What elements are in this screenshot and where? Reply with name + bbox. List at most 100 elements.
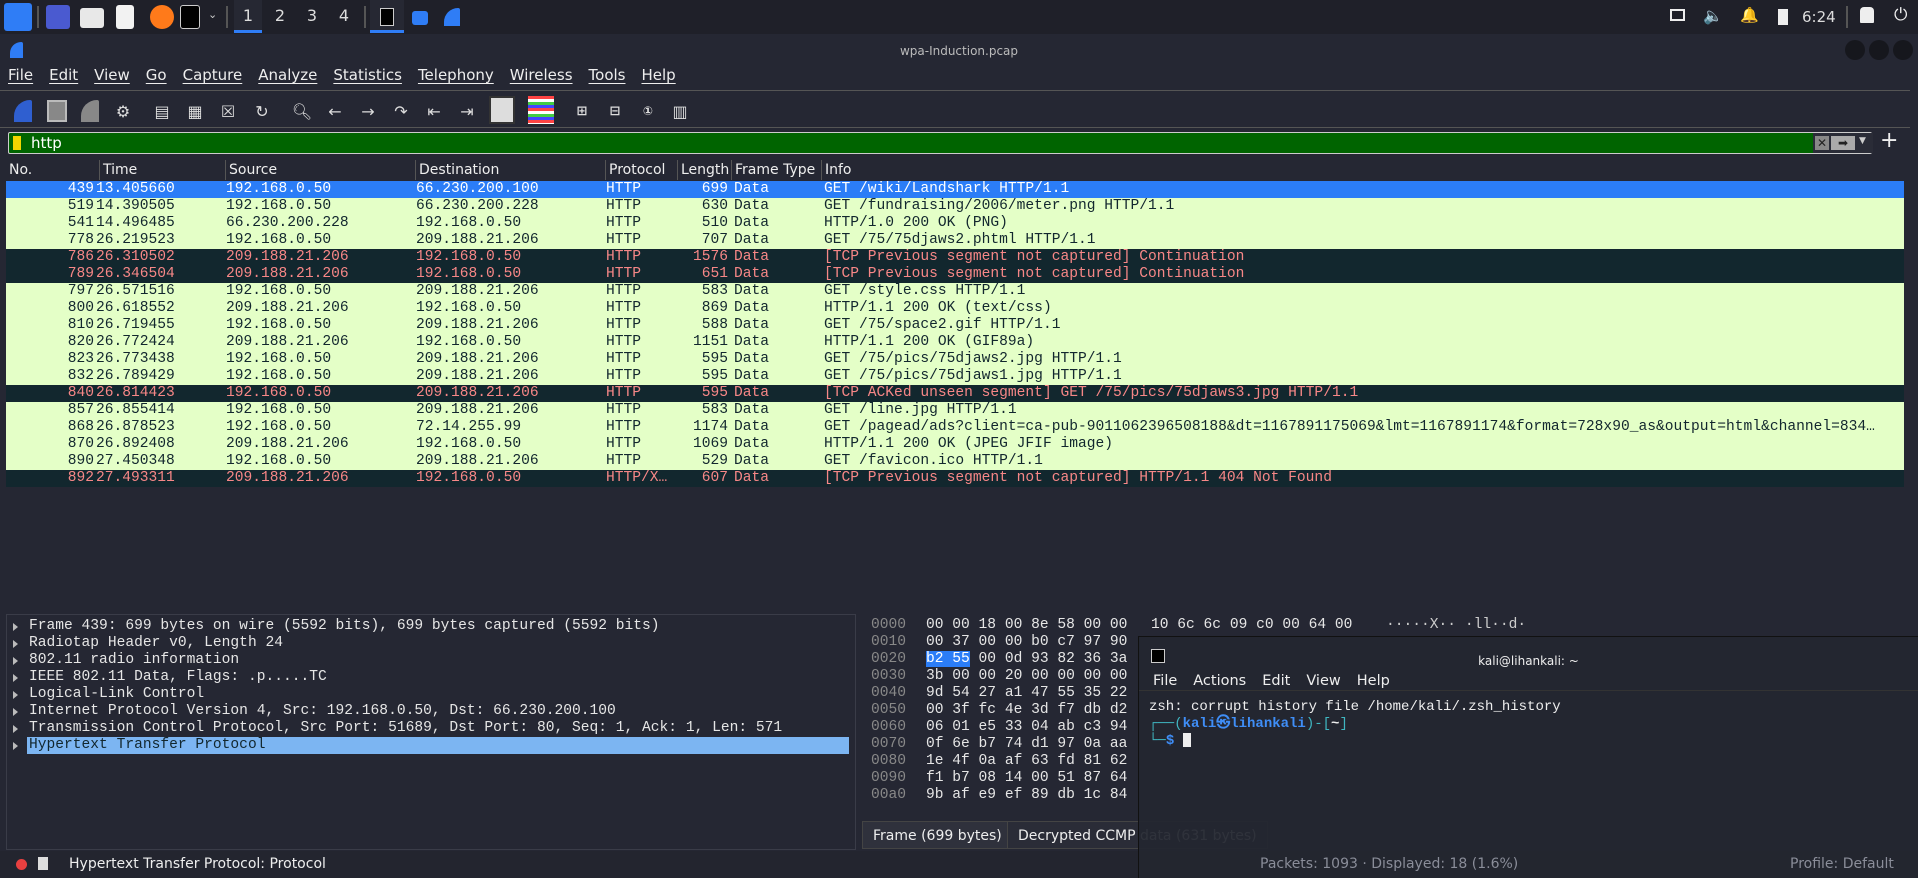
packet-row[interactable]: 840 26.814423 192.168.0.50 209.188.21.206 HT…: [6, 385, 1904, 402]
menu-edit[interactable]: Edit: [41, 66, 86, 88]
workspace-3[interactable]: 3: [298, 0, 326, 33]
restart-capture-icon[interactable]: [81, 100, 99, 122]
menu-tools[interactable]: Tools: [581, 66, 634, 88]
packet-row[interactable]: 832 26.789429 192.168.0.50 209.188.21.206 HT…: [6, 368, 1904, 385]
apply-filter-icon[interactable]: ➡: [1831, 136, 1855, 150]
col-frame-type[interactable]: Frame Type: [732, 160, 822, 180]
expand-arrow-icon[interactable]: [13, 657, 18, 665]
show-desktop-icon[interactable]: [46, 5, 70, 29]
col-destination[interactable]: Destination: [416, 160, 606, 180]
text-editor-icon[interactable]: [116, 5, 134, 29]
display-filter-bar[interactable]: http ✕ ➡ ▼: [8, 132, 1873, 154]
autoscroll-icon[interactable]: [489, 96, 515, 124]
clock[interactable]: 6:24: [1802, 8, 1836, 26]
reload-file-icon[interactable]: ↻: [251, 100, 273, 122]
go-forward-icon[interactable]: →: [357, 100, 379, 122]
workspace-1[interactable]: 1: [234, 0, 262, 33]
resize-columns-icon[interactable]: ▥: [669, 100, 691, 122]
terminal-icon[interactable]: [180, 5, 200, 29]
expand-arrow-icon[interactable]: [13, 623, 18, 631]
menu-go[interactable]: Go: [138, 66, 175, 88]
packet-row[interactable]: 519 14.390505 192.168.0.50 66.230.200.228 HT…: [6, 198, 1904, 215]
bookmark-icon[interactable]: [13, 136, 21, 150]
filter-dropdown-icon[interactable]: ▼: [1859, 136, 1866, 146]
close-file-icon[interactable]: ☒: [217, 100, 239, 122]
packet-row[interactable]: 868 26.878523 192.168.0.50 72.14.255.99 HTTP…: [6, 419, 1904, 436]
packet-row[interactable]: 857 26.855414 192.168.0.50 209.188.21.206 HT…: [6, 402, 1904, 419]
col-protocol[interactable]: Protocol: [606, 160, 678, 180]
terminal-window-icon[interactable]: [370, 0, 404, 33]
file-manager-icon[interactable]: [80, 8, 104, 28]
stop-capture-icon[interactable]: [47, 100, 67, 122]
normal-size-icon[interactable]: ①: [637, 100, 659, 122]
terminal-menu-edit[interactable]: Edit: [1262, 673, 1290, 689]
first-packet-icon[interactable]: ⇤: [423, 100, 445, 122]
save-file-icon[interactable]: ▦: [184, 100, 206, 122]
go-back-icon[interactable]: ←: [324, 100, 346, 122]
col-time[interactable]: Time: [100, 160, 226, 180]
firefox-icon[interactable]: [150, 5, 174, 29]
expand-arrow-icon[interactable]: [13, 674, 18, 682]
packet-row[interactable]: 870 26.892408 209.188.21.206 192.168.0.50 HT…: [6, 436, 1904, 453]
terminal-input-line[interactable]: └─$: [1149, 733, 1191, 750]
go-to-packet-icon[interactable]: ↷: [390, 100, 412, 122]
detail-tree-item[interactable]: Transmission Control Protocol, Src Port:…: [7, 720, 843, 737]
clear-filter-icon[interactable]: ✕: [1815, 136, 1829, 150]
packet-row[interactable]: 823 26.773438 192.168.0.50 209.188.21.206 HT…: [6, 351, 1904, 368]
workspace-2[interactable]: 2: [266, 0, 294, 33]
kali-menu-icon[interactable]: [4, 3, 32, 31]
menu-analyze[interactable]: Analyze: [250, 66, 325, 88]
capture-comment-icon[interactable]: [38, 857, 48, 870]
packet-row[interactable]: 789 26.346504 209.188.21.206 192.168.0.50 HT…: [6, 266, 1904, 283]
packet-row[interactable]: 890 27.450348 192.168.0.50 209.188.21.206 HT…: [6, 453, 1904, 470]
maximize-button[interactable]: [1869, 40, 1889, 60]
packet-row[interactable]: 797 26.571516 192.168.0.50 209.188.21.206 HT…: [6, 283, 1904, 300]
detail-tree-item[interactable]: IEEE 802.11 Data, Flags: .p.....TC: [7, 669, 843, 686]
detail-tree-item[interactable]: Radiotap Header v0, Length 24: [7, 635, 843, 652]
expand-arrow-icon[interactable]: [13, 708, 18, 716]
detail-tree-item[interactable]: Frame 439: 699 bytes on wire (5592 bits)…: [7, 618, 843, 635]
close-button[interactable]: [1893, 40, 1913, 60]
workspace-4[interactable]: 4: [330, 0, 358, 33]
detail-tree-item[interactable]: Hypertext Transfer Protocol: [7, 737, 849, 754]
battery-icon[interactable]: [1778, 9, 1788, 25]
col-length[interactable]: Length: [678, 160, 732, 180]
menu-wireless[interactable]: Wireless: [502, 66, 581, 88]
packet-row[interactable]: 786 26.310502 209.188.21.206 192.168.0.50 HT…: [6, 249, 1904, 266]
network-icon[interactable]: [1670, 9, 1685, 21]
minimize-button[interactable]: [1845, 40, 1865, 60]
expand-arrow-icon[interactable]: [13, 640, 18, 648]
packet-row[interactable]: 541 14.496485 66.230.200.228 192.168.0.50 HT…: [6, 215, 1904, 232]
menu-help[interactable]: Help: [633, 66, 683, 88]
terminal-menu-file[interactable]: File: [1153, 673, 1177, 689]
notification-bell-icon[interactable]: 🔔: [1740, 6, 1759, 24]
packet-row[interactable]: 892 27.493311 209.188.21.206 192.168.0.50 HT…: [6, 470, 1904, 487]
packet-row[interactable]: 439 13.405660 192.168.0.50 66.230.200.100 HT…: [6, 181, 1904, 198]
expand-arrow-icon[interactable]: [13, 725, 18, 733]
detail-tree-item[interactable]: 802.11 radio information: [7, 652, 843, 669]
zoom-in-icon[interactable]: ⊞: [571, 100, 593, 122]
display-filter-input[interactable]: http: [31, 134, 62, 152]
colorize-icon[interactable]: [528, 96, 554, 124]
find-packet-icon[interactable]: 🔍︎: [291, 100, 313, 122]
profile-label[interactable]: Profile: Default: [1790, 856, 1894, 872]
packet-row[interactable]: 810 26.719455 192.168.0.50 209.188.21.206 HT…: [6, 317, 1904, 334]
capture-options-icon[interactable]: ⚙: [112, 100, 134, 122]
menu-capture[interactable]: Capture: [175, 66, 251, 88]
packet-row[interactable]: 820 26.772424 209.188.21.206 192.168.0.50 HT…: [6, 334, 1904, 351]
expand-arrow-icon[interactable]: [13, 742, 18, 750]
col-no[interactable]: No.: [6, 160, 100, 180]
wireshark-window-icon[interactable]: [444, 8, 460, 26]
start-capture-icon[interactable]: [14, 100, 32, 122]
zoom-out-icon[interactable]: ⊟: [604, 100, 626, 122]
detail-tree-item[interactable]: Logical-Link Control: [7, 686, 843, 703]
packet-row[interactable]: 778 26.219523 192.168.0.50 209.188.21.206 HT…: [6, 232, 1904, 249]
folder-window-icon[interactable]: [412, 11, 428, 25]
open-file-icon[interactable]: ▤: [151, 100, 173, 122]
volume-icon[interactable]: 🔈: [1703, 6, 1723, 25]
logout-icon[interactable]: ⏻: [1894, 5, 1907, 25]
expert-info-icon[interactable]: [16, 859, 27, 870]
terminal-menu-help[interactable]: Help: [1357, 673, 1390, 689]
lock-icon[interactable]: [1860, 7, 1874, 23]
menu-telephony[interactable]: Telephony: [410, 66, 502, 88]
